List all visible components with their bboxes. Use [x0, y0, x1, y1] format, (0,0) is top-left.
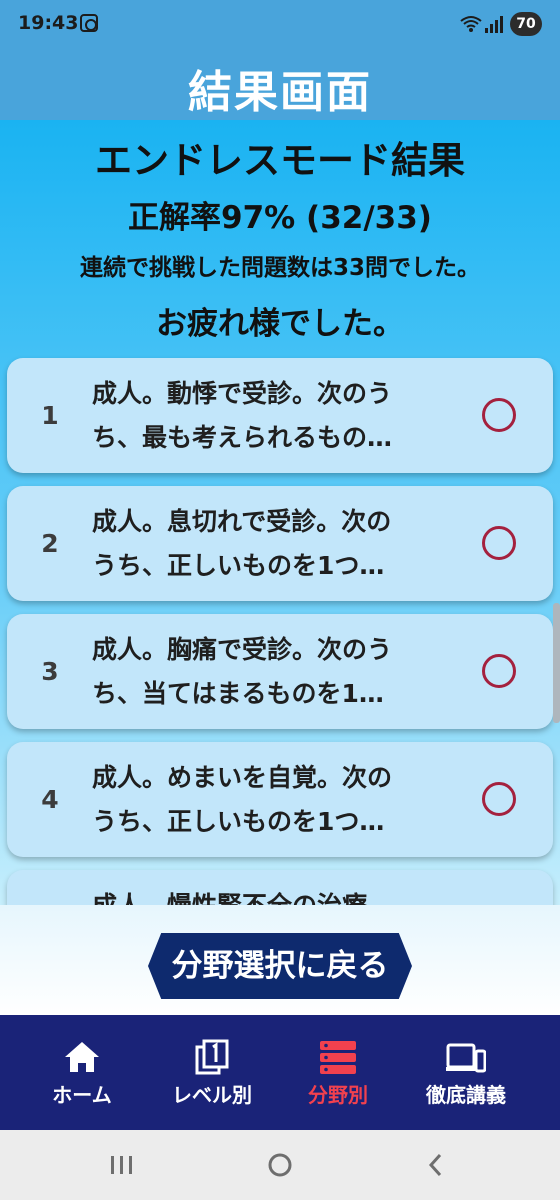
question-card[interactable]: 4 成人。めまいを自覚。次の うち、正しいものを1つ…	[7, 742, 553, 857]
question-card[interactable]: 2 成人。息切れで受診。次の うち、正しいものを1つ…	[7, 486, 553, 601]
question-text: 成人。動悸で受診。次のう ち、最も考えられるもの…	[92, 379, 393, 452]
signal-icon	[485, 16, 503, 33]
question-card[interactable]: 5 成人。慢性腎不全の治療	[7, 870, 553, 905]
system-nav-bar	[0, 1130, 560, 1200]
home-nav-icon[interactable]	[260, 1148, 300, 1182]
tab-label: ホーム	[52, 1083, 112, 1107]
correct-mark-icon	[482, 398, 516, 432]
tab-level[interactable]: レベル別	[142, 1015, 282, 1130]
question-text: 成人。息切れで受診。次の うち、正しいものを1つ…	[92, 507, 392, 580]
screen-record-icon	[80, 14, 98, 32]
question-number: 5	[35, 870, 65, 905]
recents-icon[interactable]	[102, 1148, 142, 1182]
tab-home[interactable]: ホーム	[12, 1015, 152, 1130]
tab-label: 徹底講義	[426, 1083, 506, 1107]
question-text: 成人。めまいを自覚。次の うち、正しいものを1つ…	[92, 763, 393, 836]
correct-mark-icon	[482, 654, 516, 688]
question-number: 3	[41, 657, 59, 686]
app-header: 結果画面	[0, 50, 560, 120]
field-icon	[320, 1041, 356, 1074]
question-card[interactable]: 1 成人。動悸で受診。次のう ち、最も考えられるもの…	[7, 358, 553, 473]
question-count-text: 連続で挑戦した問題数は33問でした。	[79, 255, 480, 281]
correct-mark-icon	[482, 526, 516, 560]
tab-field[interactable]: 分野別	[268, 1015, 408, 1130]
home-icon	[65, 1042, 99, 1072]
tab-lecture[interactable]: 徹底講義	[396, 1015, 536, 1130]
back-nav-icon[interactable]	[416, 1148, 456, 1182]
page-title: 結果画面	[188, 67, 372, 118]
question-number: 4	[41, 785, 59, 814]
question-card[interactable]: 3 成人。胸痛で受診。次のう ち、当てはまるものを1…	[7, 614, 553, 729]
devices-icon	[446, 1043, 486, 1073]
thanks-message: お疲れ様でした。	[156, 306, 404, 342]
battery-indicator: 70	[510, 12, 542, 36]
question-number: 2	[41, 529, 59, 558]
status-time: 19:43	[18, 12, 79, 34]
result-panel[interactable]: エンドレスモード結果 正解率97% (32/33) 連続で挑戦した問題数は33問…	[0, 120, 560, 905]
tab-label: 分野別	[308, 1083, 368, 1107]
result-title: エンドレスモード結果	[95, 139, 465, 182]
accuracy-rate: 正解率97% (32/33)	[128, 200, 432, 236]
wifi-icon	[460, 16, 482, 32]
correct-mark-icon	[482, 782, 516, 816]
status-bar: 19:43 70	[0, 0, 560, 50]
question-text: 成人。慢性腎不全の治療	[92, 884, 457, 905]
back-button-area: 分野選択に戻る	[0, 905, 560, 1015]
question-number: 1	[41, 401, 59, 430]
scrollbar[interactable]	[553, 603, 560, 723]
level-icon	[195, 1039, 229, 1075]
bottom-tab-bar: ホーム レベル別 分野別 徹底講義	[0, 1015, 560, 1130]
tab-label: レベル別	[172, 1083, 252, 1107]
back-to-field-select-button[interactable]: 分野選択に戻る	[148, 933, 412, 999]
question-text: 成人。胸痛で受診。次のう ち、当てはまるものを1…	[92, 635, 393, 708]
